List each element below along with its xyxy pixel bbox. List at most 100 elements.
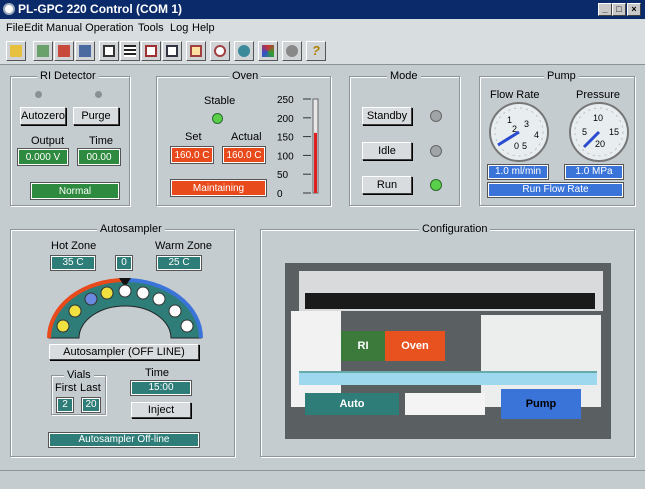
toolbar-list-button[interactable] bbox=[120, 41, 140, 61]
thermometer-tick-label: 250 bbox=[277, 95, 294, 106]
purge-button[interactable]: Purge bbox=[73, 107, 119, 125]
palette-icon bbox=[262, 45, 274, 57]
autosampler-panel: Autosampler Hot Zone Warm Zone 35 C 0 25… bbox=[10, 223, 235, 457]
vial-slot bbox=[68, 304, 82, 318]
menu-file[interactable]: File bbox=[6, 22, 24, 34]
output-label: Output bbox=[31, 135, 65, 147]
toolbar-sampler-button[interactable] bbox=[75, 41, 95, 61]
monitor-icon bbox=[190, 45, 202, 57]
list-icon bbox=[124, 45, 136, 57]
pressure-tick-10: 10 bbox=[593, 113, 603, 123]
toolbar-color-button[interactable] bbox=[258, 41, 278, 61]
maximize-button[interactable]: □ bbox=[612, 3, 626, 16]
instrument-center-panel bbox=[405, 393, 485, 415]
flow-tick-0: 0 bbox=[514, 141, 519, 151]
toolbar-connect-button[interactable] bbox=[6, 41, 26, 61]
toolbar-table-button[interactable] bbox=[141, 41, 161, 61]
vial-slot bbox=[100, 286, 114, 300]
inject-button[interactable]: Inject bbox=[131, 402, 191, 418]
close-button[interactable]: × bbox=[627, 3, 641, 16]
flow-tick-4: 4 bbox=[534, 130, 539, 140]
toolbar-clock-button[interactable] bbox=[210, 41, 230, 61]
idle-button[interactable]: Idle bbox=[362, 142, 412, 160]
warm-zone-value: 25 C bbox=[156, 255, 202, 271]
thermometer-tick-label: 0 bbox=[277, 189, 283, 200]
ri-detector-title: RI Detector bbox=[37, 70, 99, 82]
config-auto-module[interactable]: Auto bbox=[305, 393, 399, 415]
ri-detector-panel: RI Detector Autozero Purge Output Time 0… bbox=[10, 70, 130, 206]
config-ri-module[interactable]: RI bbox=[341, 331, 385, 361]
hot-zone-label: Hot Zone bbox=[51, 240, 97, 252]
last-vial-value[interactable]: 20 bbox=[81, 397, 101, 413]
stable-label: Stable bbox=[204, 95, 236, 107]
inject-time-value[interactable]: 15:00 bbox=[130, 380, 192, 396]
run-led bbox=[430, 179, 442, 191]
toolbar-window-button[interactable] bbox=[162, 41, 182, 61]
config-oven-module[interactable]: Oven bbox=[385, 331, 445, 361]
autosampler-title: Autosampler bbox=[97, 223, 165, 235]
autosampler-online-button[interactable]: Autosampler (OFF LINE) bbox=[49, 344, 199, 360]
vial-slot bbox=[180, 319, 194, 333]
first-vial-label: First bbox=[55, 382, 77, 394]
warm-zone-label: Warm Zone bbox=[155, 240, 213, 252]
vial-slot bbox=[56, 319, 70, 333]
pressure-label: Pressure bbox=[576, 89, 621, 101]
flow-rate-value: 1.0 ml/min bbox=[487, 164, 549, 180]
standby-button[interactable]: Standby bbox=[362, 107, 412, 125]
gear-icon bbox=[238, 45, 250, 57]
menu-edit[interactable]: Edit bbox=[24, 22, 43, 34]
clock-icon bbox=[214, 45, 226, 57]
vials-title: Vials bbox=[64, 369, 94, 381]
output-value: 0.000 V bbox=[17, 148, 69, 166]
toolbar-ri-button[interactable] bbox=[33, 41, 53, 61]
help-icon: ? bbox=[312, 43, 320, 58]
menu-manual-operation[interactable]: Manual Operation bbox=[46, 22, 133, 34]
disk-icon bbox=[286, 45, 298, 57]
toolbar-oven-button[interactable] bbox=[54, 41, 74, 61]
pressure-tick-15: 15 bbox=[609, 127, 619, 137]
title-bar: PL-GPC 220 Control (COM 1) _ □ × bbox=[0, 0, 645, 19]
config-pump-module[interactable]: Pump bbox=[501, 389, 581, 419]
minimize-button[interactable]: _ bbox=[598, 3, 612, 16]
plug-icon bbox=[10, 45, 22, 57]
configuration-title: Configuration bbox=[419, 223, 491, 235]
thermometer-tick-label: 100 bbox=[277, 151, 294, 162]
toolbar: ? bbox=[0, 37, 645, 65]
window-title: PL-GPC 220 Control (COM 1) bbox=[18, 2, 183, 16]
status-bar bbox=[0, 470, 645, 489]
instrument-display-strip bbox=[299, 371, 597, 385]
thermometer-tick-label: 150 bbox=[277, 133, 294, 144]
run-button[interactable]: Run bbox=[362, 176, 412, 194]
hot-zone-value: 35 C bbox=[50, 255, 96, 271]
toolbar-monitor-button[interactable] bbox=[186, 41, 206, 61]
first-vial-value[interactable]: 2 bbox=[56, 397, 74, 413]
toolbar-settings-button[interactable] bbox=[234, 41, 254, 61]
vial-slot bbox=[136, 286, 150, 300]
time-label: Time bbox=[89, 135, 114, 147]
menu-log[interactable]: Log bbox=[170, 22, 188, 34]
window-icon bbox=[166, 45, 178, 57]
toolbar-grid-button[interactable] bbox=[99, 41, 119, 61]
oven-panel: Oven Stable Set Actual 160.0 C 160.0 C M… bbox=[156, 70, 331, 206]
vial-slot bbox=[152, 292, 166, 306]
pump-status: Run Flow Rate bbox=[487, 182, 624, 198]
pressure-value: 1.0 MPa bbox=[564, 164, 624, 180]
pressure-tick-5: 5 bbox=[582, 127, 587, 137]
toolbar-disk-button[interactable] bbox=[282, 41, 302, 61]
autozero-button[interactable]: Autozero bbox=[20, 107, 66, 125]
purge-led bbox=[95, 91, 102, 98]
toolbar-help-button[interactable]: ? bbox=[306, 41, 326, 61]
oven-icon bbox=[58, 45, 70, 57]
table-icon bbox=[145, 45, 157, 57]
mode-panel: Mode Standby Idle Run bbox=[349, 70, 460, 206]
time-value: 00.00 bbox=[77, 148, 121, 166]
autozero-led bbox=[35, 91, 42, 98]
menu-tools[interactable]: Tools bbox=[138, 22, 164, 34]
menu-help[interactable]: Help bbox=[192, 22, 215, 34]
idle-led bbox=[430, 145, 442, 157]
vial-slot bbox=[118, 284, 132, 298]
thermometer-tick-label: 200 bbox=[277, 114, 294, 125]
set-temperature: 160.0 C bbox=[170, 146, 214, 164]
actual-temperature: 160.0 C bbox=[222, 146, 266, 164]
sampler-position: 0 bbox=[115, 255, 133, 271]
